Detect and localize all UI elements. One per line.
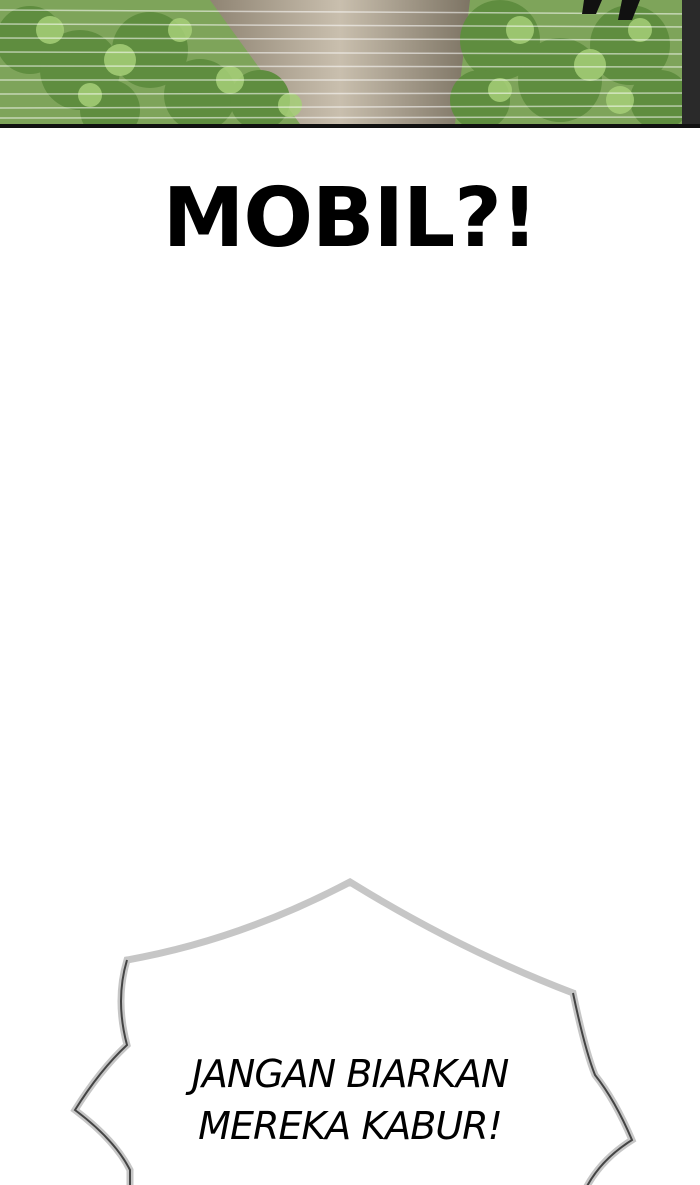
action-panel-illustration <box>0 0 700 128</box>
speech-bubble-text: JANGAN BIARKAN MEREKA KABUR! <box>120 1048 580 1152</box>
speech-line-1: JANGAN BIARKAN <box>191 1052 510 1096</box>
exclamation-text: MOBIL?! <box>162 171 539 266</box>
speech-line-2: MEREKA KABUR! <box>198 1104 503 1148</box>
